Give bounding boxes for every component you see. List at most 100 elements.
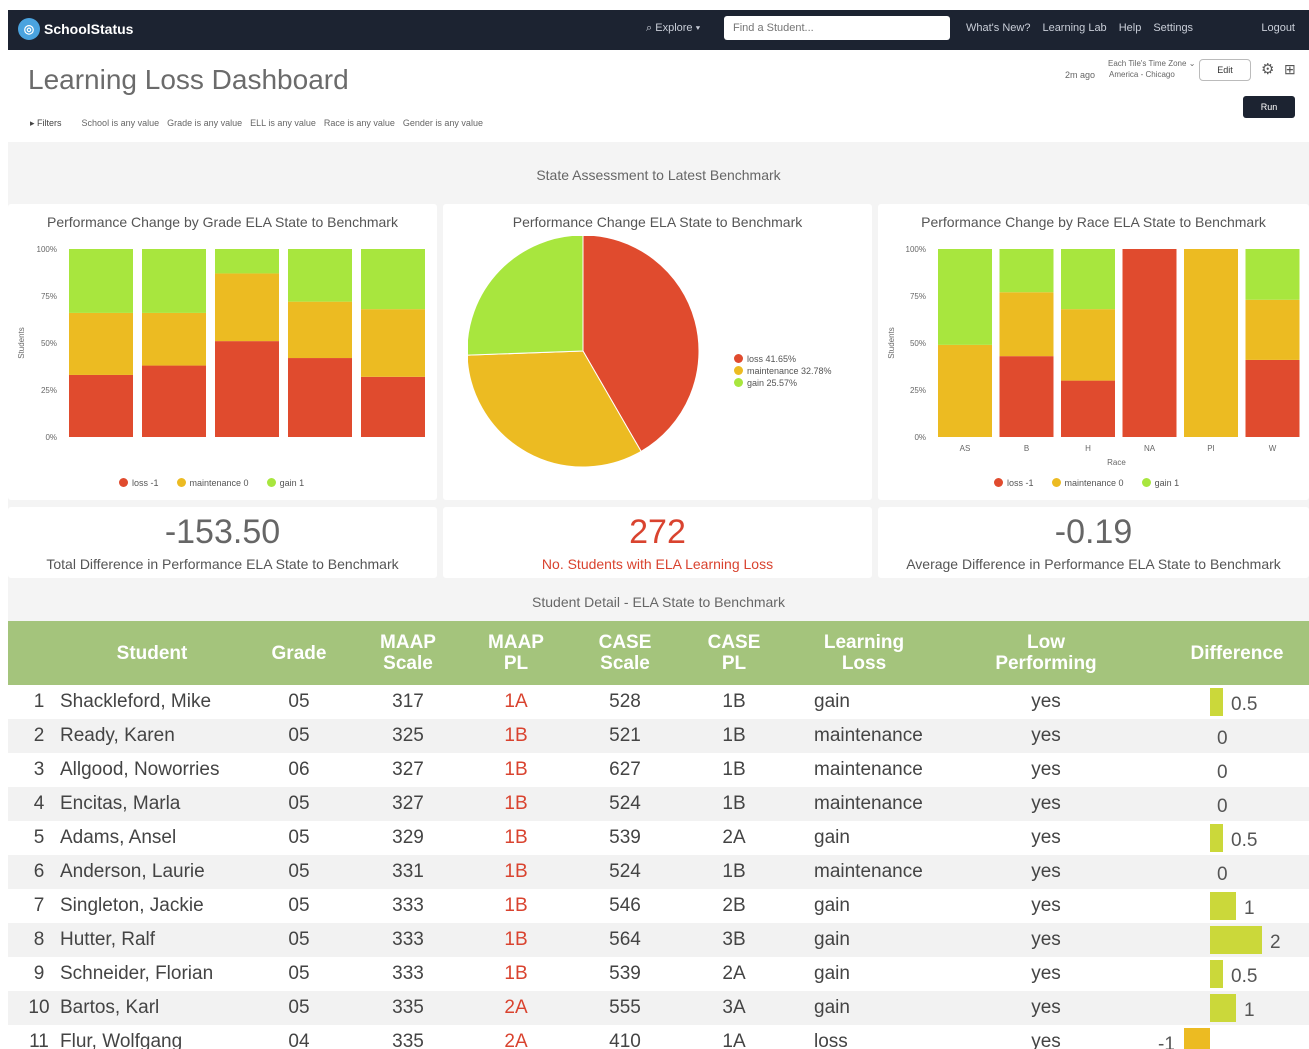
x-axis-label: Race <box>1107 458 1126 467</box>
case-pl: 1B <box>722 691 746 712</box>
grade-bar-chart: 100% 75% 50% 25% 0% Students <box>17 245 425 442</box>
col-learning-loss-line2: Loss <box>841 653 887 674</box>
filter-school[interactable]: School is any value <box>82 118 160 129</box>
col-case-scale[interactable]: CASE Scale <box>580 621 670 685</box>
low-performing: yes <box>1031 929 1061 950</box>
gear-icon[interactable]: ⚙ <box>1261 60 1274 78</box>
bar-segment-gain <box>69 249 133 313</box>
table-row[interactable]: 11 Flur, Wolfgang 04 335 2A 410 1A loss yes -1 <box>8 1025 1309 1049</box>
dashboard-window: ◎ SchoolStatus ⌕ Explore ▾ What's New? L… <box>8 10 1309 1049</box>
col-difference[interactable]: Difference <box>1178 621 1296 685</box>
low-performing: yes <box>1031 827 1061 848</box>
col-maap-pl-line1: MAAP <box>488 632 544 653</box>
grade: 05 <box>288 691 310 712</box>
bar-segment-maintenance <box>938 344 992 437</box>
y-tick-label: 25% <box>910 386 926 395</box>
grid-icon[interactable]: ⊞ <box>1284 61 1296 78</box>
logout-link[interactable]: Logout <box>1261 22 1295 34</box>
col-low-performing[interactable]: Low Performing <box>976 621 1116 685</box>
dashboard-header: Learning Loss Dashboard 2m ago Each Tile… <box>8 50 1309 142</box>
timezone-selector[interactable]: Each Tile's Time Zone ⌄ America - Chicag… <box>1108 58 1195 80</box>
maap-scale: 335 <box>392 1031 424 1049</box>
explore-menu[interactable]: ⌕ Explore ▾ <box>646 22 700 35</box>
case-pl: 1B <box>722 759 746 780</box>
total-difference-value: -153.50 <box>164 513 281 551</box>
grade: 04 <box>288 1031 310 1049</box>
table-row[interactable]: 4 Encitas, Marla 05 327 1B 524 1B maintenance ye… <box>8 787 1309 821</box>
total-difference-tile: -153.50 Total Difference in Performance … <box>8 507 437 578</box>
maap-scale: 325 <box>392 725 424 746</box>
col-case-pl-line2: PL <box>721 653 747 674</box>
col-case-scale-line2: Scale <box>600 653 650 674</box>
pie-legend-maintenance-label: maintenance 32.78% <box>747 366 832 376</box>
filter-race[interactable]: Race is any value <box>324 118 395 129</box>
filter-grade[interactable]: Grade is any value <box>167 118 242 129</box>
top-nav: ◎ SchoolStatus ⌕ Explore ▾ What's New? L… <box>8 10 1309 50</box>
bar-segment-maintenance <box>1061 309 1115 381</box>
grade-chart-title: Performance Change by Grade ELA State to… <box>47 214 398 230</box>
difference-value: 0.5 <box>1231 694 1258 715</box>
col-maap-pl-line2: PL <box>503 653 529 674</box>
table-row[interactable]: 3 Allgood, Noworries 06 327 1B 627 1B maintenan… <box>8 753 1309 787</box>
table-row[interactable]: 1 Shackleford, Mike 05 317 1A 528 1B gain yes 0.5 <box>8 685 1309 719</box>
schoolstatus-logo[interactable]: ◎ SchoolStatus <box>18 18 133 40</box>
student-name: Flur, Wolfgang <box>60 1031 183 1049</box>
case-pl: 2A <box>722 827 746 848</box>
filters-toggle[interactable]: ▸ Filters <box>30 118 62 129</box>
y-tick-label: 100% <box>37 245 57 254</box>
nav-link-whats-new[interactable]: What's New? <box>966 22 1030 34</box>
run-button[interactable]: Run <box>1243 96 1295 118</box>
maap-pl: 1B <box>504 725 528 746</box>
nav-link-learning-lab[interactable]: Learning Lab <box>1042 22 1106 34</box>
col-maap-scale-line1: MAAP <box>380 632 436 653</box>
case-scale: 546 <box>609 895 641 916</box>
low-performing: yes <box>1031 759 1061 780</box>
case-scale: 555 <box>609 997 641 1018</box>
chevron-down-icon: ⌄ <box>1188 59 1196 68</box>
search-icon: ⌕ <box>646 22 653 34</box>
low-performing: yes <box>1031 963 1061 984</box>
col-maap-scale[interactable]: MAAP Scale <box>363 621 453 685</box>
table-row[interactable]: 10 Bartos, Karl 05 335 2A 555 3A gain yes 1 <box>8 991 1309 1025</box>
maintenance-dot-icon <box>1051 478 1061 487</box>
student-search-input[interactable] <box>724 16 950 40</box>
col-grade[interactable]: Grade <box>254 621 344 685</box>
case-pl: 2B <box>722 895 746 916</box>
difference-bar <box>1184 1028 1210 1049</box>
filter-gender[interactable]: Gender is any value <box>403 118 483 129</box>
nav-link-help[interactable]: Help <box>1119 22 1142 34</box>
low-performing: yes <box>1031 725 1061 746</box>
table-row[interactable]: 8 Hutter, Ralf 05 333 1B 564 3B gain yes 2 <box>8 923 1309 957</box>
bar-segment-maintenance <box>361 309 425 377</box>
table-row[interactable]: 2 Ready, Karen 05 325 1B 521 1B maintenance yes 0 <box>8 719 1309 753</box>
table-row[interactable]: 6 Anderson, Laurie 05 331 1B 524 1B maintenance… <box>8 855 1309 889</box>
low-performing: yes <box>1031 1031 1061 1049</box>
edit-button[interactable]: Edit <box>1199 59 1251 81</box>
explore-label: Explore <box>655 22 693 34</box>
nav-link-settings[interactable]: Settings <box>1153 22 1193 34</box>
case-pl: 1A <box>722 1031 746 1049</box>
learning-loss: gain <box>814 895 850 916</box>
table-row[interactable]: 9 Schneider, Florian 05 333 1B 539 2A gain yes 0.… <box>8 957 1309 991</box>
table-row[interactable]: 7 Singleton, Jackie 05 333 1B 546 2B gain yes 1 <box>8 889 1309 923</box>
col-student[interactable]: Student <box>98 621 206 685</box>
col-case-pl[interactable]: CASE PL <box>689 621 779 685</box>
maap-pl: 1B <box>504 929 528 950</box>
col-low-performing-line1: Low <box>1026 632 1065 653</box>
case-scale: 524 <box>609 861 641 882</box>
grade: 05 <box>288 963 310 984</box>
learning-loss: gain <box>814 997 850 1018</box>
student-name: Ready, Karen <box>60 725 175 746</box>
col-learning-loss[interactable]: Learning Loss <box>804 621 924 685</box>
col-maap-pl[interactable]: MAAP PL <box>471 621 561 685</box>
case-scale: 564 <box>609 929 641 950</box>
filter-ell[interactable]: ELL is any value <box>250 118 316 129</box>
table-row[interactable]: 5 Adams, Ansel 05 329 1B 539 2A gain yes 0.5 <box>8 821 1309 855</box>
case-pl: 3A <box>722 997 746 1018</box>
bar-segment-gain <box>999 249 1054 293</box>
pie-chart-title: Performance Change ELA State to Benchmar… <box>512 214 803 230</box>
last-updated: 2m ago <box>1065 70 1096 80</box>
case-pl: 1B <box>722 861 746 882</box>
page-title: Learning Loss Dashboard <box>28 64 349 95</box>
bar-segment-gain <box>361 249 425 310</box>
